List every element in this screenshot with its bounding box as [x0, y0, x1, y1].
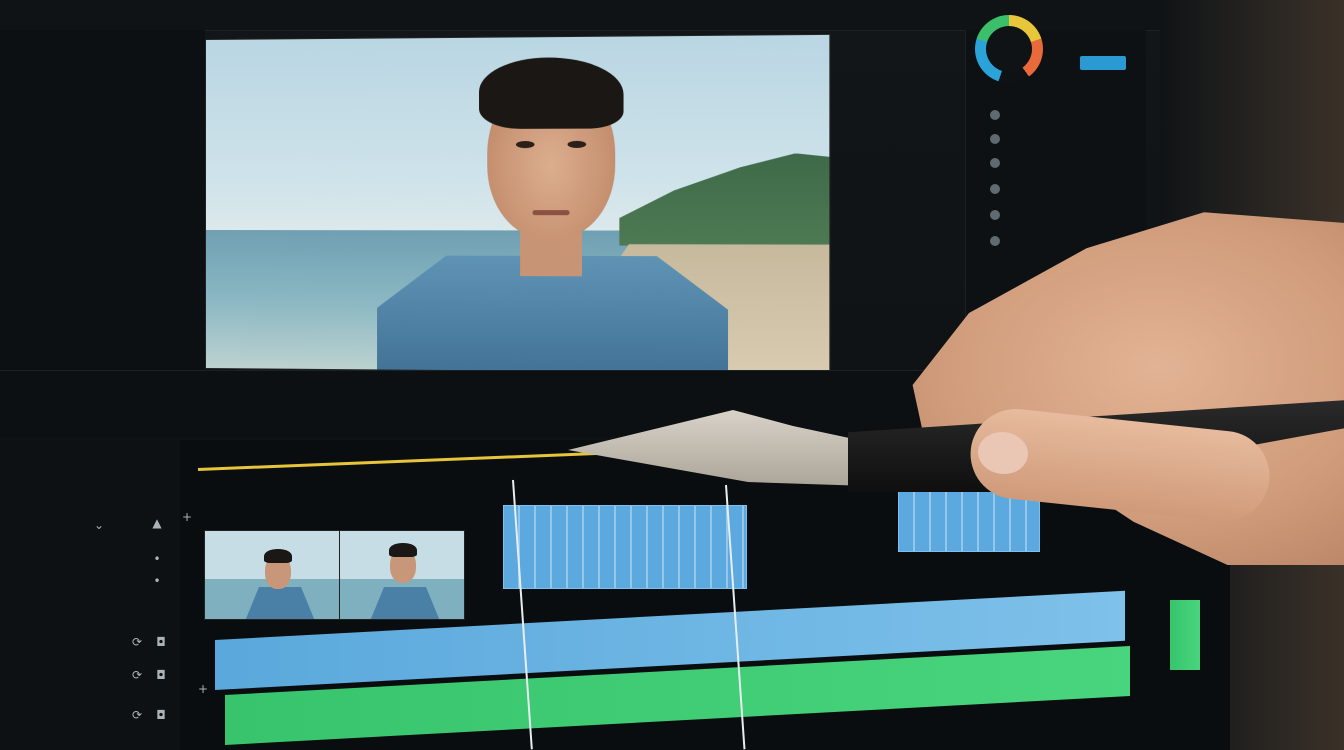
circle-icon: [990, 184, 1000, 194]
add-track-icon[interactable]: +: [196, 682, 210, 696]
link-icon[interactable]: ⟳: [130, 668, 144, 682]
panel-item[interactable]: [990, 158, 1008, 172]
transport-bar: [0, 370, 960, 437]
panel-item[interactable]: [990, 184, 1008, 198]
circle-icon: [990, 110, 1000, 120]
panel-item[interactable]: [990, 210, 1008, 224]
media-browser-panel: [0, 30, 205, 370]
circle-icon: [990, 236, 1000, 246]
video-clip-thumbnail[interactable]: [339, 530, 465, 620]
lock-icon[interactable]: ◘: [154, 635, 168, 649]
pin-icon[interactable]: ▲: [150, 516, 164, 530]
video-frame-person: [377, 46, 728, 373]
link-icon[interactable]: ⟳: [130, 708, 144, 722]
color-wheel[interactable]: [975, 15, 1043, 83]
dot-icon[interactable]: •: [150, 552, 164, 566]
chevron-down-icon[interactable]: ⌄: [92, 518, 106, 532]
apply-button[interactable]: [1080, 56, 1126, 70]
panel-item[interactable]: [990, 134, 1008, 148]
mark-in-icon[interactable]: [484, 399, 498, 413]
dot-icon[interactable]: •: [150, 574, 164, 588]
program-monitor[interactable]: [206, 34, 830, 374]
add-track-icon[interactable]: +: [180, 510, 194, 524]
lock-icon[interactable]: ◘: [154, 708, 168, 722]
circle-icon: [990, 158, 1000, 168]
circle-icon: [990, 210, 1000, 220]
link-icon[interactable]: ⟳: [130, 635, 144, 649]
panel-item[interactable]: [990, 110, 1008, 124]
track-header-panel: ⌄ ▲ • • ⟳ ◘ ⟳ ◘ ⟳ ◘: [0, 440, 181, 750]
mark-out-icon[interactable]: [588, 397, 602, 411]
panel-item[interactable]: [990, 236, 1008, 250]
video-clip-thumbnail[interactable]: [204, 530, 340, 620]
video-clip[interactable]: [503, 505, 747, 589]
circle-icon: [990, 134, 1000, 144]
lock-icon[interactable]: ◘: [154, 668, 168, 682]
audio-meter: [1170, 600, 1200, 670]
